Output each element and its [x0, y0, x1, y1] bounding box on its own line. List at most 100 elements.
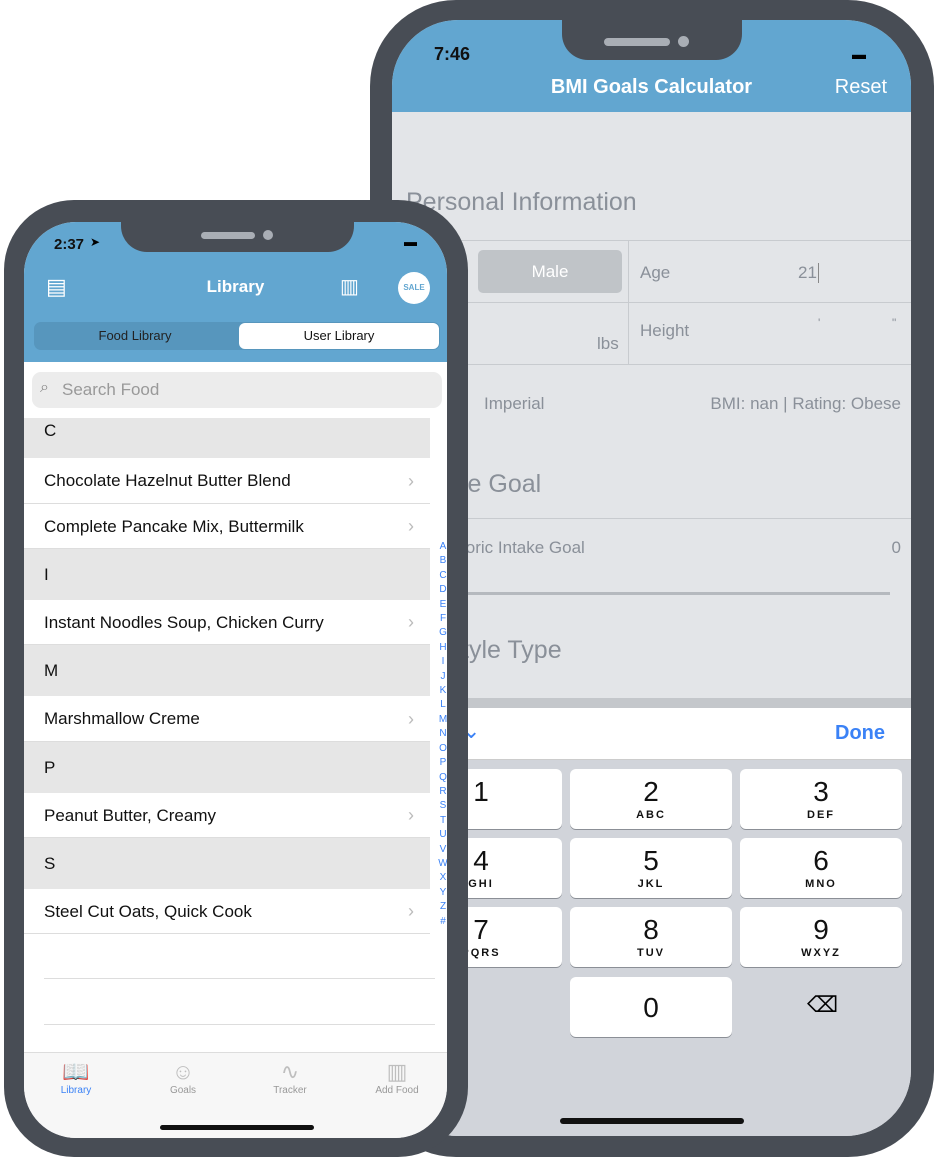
age-input[interactable]: 21	[798, 263, 819, 283]
section-lifestyle: tyle Type	[462, 636, 562, 664]
index-letter[interactable]: P	[436, 756, 447, 770]
keyboard-toolbar: ⌄ Done	[392, 708, 911, 760]
tab-bar: 📖 Library ☺ Goals ∿ Tracker ▥ Add Food	[24, 1052, 447, 1138]
chevron-right-icon: ›	[408, 805, 414, 825]
barcode-icon[interactable]: ▥	[340, 274, 359, 299]
tab-goals[interactable]: ☺ Goals	[138, 1059, 228, 1096]
calorie-intake-label: loric Intake Goal	[462, 538, 585, 557]
index-letter[interactable]: I	[436, 655, 447, 669]
section-calorie-goal: ie Goal	[462, 470, 542, 498]
chevron-right-icon: ›	[408, 612, 414, 632]
book-icon: 📖	[62, 1059, 90, 1084]
section-header-i: I	[24, 549, 430, 600]
tab-add-food[interactable]: ▥ Add Food	[352, 1059, 442, 1096]
done-button[interactable]: Done	[835, 722, 885, 745]
list-item[interactable]: Steel Cut Oats, Quick Cook ›	[24, 889, 430, 934]
index-letter[interactable]: U	[436, 828, 447, 842]
index-letter[interactable]: T	[436, 814, 447, 828]
chevron-right-icon: ›	[408, 516, 414, 536]
search-input[interactable]: ⌕ Search Food	[32, 372, 442, 408]
index-letter[interactable]: H	[436, 641, 447, 655]
unit-system-label: Imperial	[484, 394, 545, 413]
section-personal-info: Personal Information	[406, 188, 637, 216]
key-0[interactable]: 0	[570, 977, 732, 1037]
chevron-right-icon: ›	[408, 471, 414, 491]
index-letter[interactable]: G	[436, 626, 447, 640]
index-letter[interactable]: D	[436, 583, 447, 597]
index-letter[interactable]: Z	[436, 900, 447, 914]
key-9[interactable]: 9 WXYZ	[740, 907, 902, 967]
height-feet-input[interactable]: '	[818, 316, 820, 330]
notch	[121, 222, 354, 252]
section-header-c: C	[24, 418, 430, 458]
index-letter[interactable]: L	[436, 698, 447, 712]
key-8[interactable]: 8 TUV	[570, 907, 732, 967]
search-placeholder: Search Food	[62, 380, 160, 399]
face-icon: ☺	[171, 1059, 195, 1084]
index-letter[interactable]: O	[436, 742, 447, 756]
index-letter[interactable]: X	[436, 871, 447, 885]
index-letter[interactable]: M	[436, 713, 447, 727]
battery-icon: ▬	[404, 234, 417, 249]
page-title: BMI Goals Calculator	[550, 76, 753, 98]
status-time: 7:46	[434, 44, 471, 64]
number-keypad: 1 2 ABC 3 DEF 4 GHI 5 JKL 6 MNO 7 PQRS 8 TUV 9W…	[392, 760, 911, 1136]
index-letter[interactable]: B	[436, 554, 447, 568]
index-letter[interactable]: J	[436, 670, 447, 684]
reset-button[interactable]: Reset	[835, 76, 887, 99]
bmi-readout: BMI: nan | Rating: Obese	[710, 394, 901, 413]
home-indicator	[160, 1125, 314, 1130]
home-indicator	[560, 1118, 744, 1124]
calorie-intake-value[interactable]: 0	[892, 538, 901, 558]
key-5[interactable]: 5 JKL	[570, 838, 732, 898]
index-letter[interactable]: E	[436, 598, 447, 612]
section-header-p: P	[24, 742, 430, 793]
index-letter[interactable]: C	[436, 569, 447, 583]
list-item[interactable]: Peanut Butter, Creamy ›	[24, 793, 430, 838]
list-item[interactable]: Complete Pancake Mix, Buttermilk ›	[24, 504, 430, 549]
sale-badge[interactable]: SALE	[398, 272, 430, 304]
key-2[interactable]: 2 ABC	[570, 769, 732, 829]
key-6[interactable]: 6 MNO	[740, 838, 902, 898]
height-inches-input[interactable]: "	[892, 316, 896, 330]
backspace-icon[interactable]: ⌫	[807, 992, 838, 1018]
list-item[interactable]: Chocolate Hazelnut Butter Blend ›	[24, 458, 430, 504]
section-header-s: S	[24, 838, 430, 889]
location-arrow-icon: ➤	[90, 235, 101, 249]
age-label: Age	[640, 263, 671, 282]
tab-tracker[interactable]: ∿ Tracker	[245, 1059, 335, 1096]
chevron-right-icon: ›	[408, 709, 414, 729]
index-letter[interactable]: K	[436, 684, 447, 698]
search-icon: ⌕	[40, 379, 49, 396]
list-item[interactable]: Marshmallow Creme ›	[24, 696, 430, 742]
battery-icon: ▬	[852, 46, 866, 62]
library-screen: 2:37 ➤ ▬ ▤ Library ▥ SALE Food Library U…	[24, 222, 447, 1138]
index-letter[interactable]: N	[436, 727, 447, 741]
index-letter[interactable]: #	[436, 915, 447, 929]
gender-male-button[interactable]: Male	[478, 250, 622, 293]
index-letter[interactable]: Q	[436, 771, 447, 785]
height-label: Height	[640, 321, 690, 340]
key-3[interactable]: 3 DEF	[740, 769, 902, 829]
segment-user-library[interactable]: User Library	[239, 323, 439, 349]
library-segmented-control: Food Library User Library	[34, 322, 440, 350]
slider-track[interactable]	[452, 592, 890, 595]
notch	[562, 20, 742, 60]
section-index[interactable]: A B C D E F G H I J K L M N O P Q R S T U V W X Y Z #	[436, 540, 447, 929]
segment-food-library[interactable]: Food Library	[34, 322, 236, 350]
index-letter[interactable]: S	[436, 799, 447, 813]
chevron-right-icon: ›	[408, 901, 414, 921]
list-item[interactable]: Instant Noodles Soup, Chicken Curry ›	[24, 600, 430, 645]
status-time: 2:37	[54, 236, 85, 253]
chart-wave-icon: ∿	[280, 1059, 300, 1084]
weight-unit: lbs	[597, 334, 619, 353]
barcode-icon: ▥	[386, 1059, 408, 1084]
index-letter[interactable]: F	[436, 612, 447, 626]
index-letter[interactable]: Y	[436, 886, 447, 900]
index-letter[interactable]: W	[436, 857, 447, 871]
index-letter[interactable]: A	[436, 540, 447, 554]
index-letter[interactable]: R	[436, 785, 447, 799]
page-title: Library	[206, 277, 265, 296]
tab-library[interactable]: 📖 Library	[31, 1059, 121, 1096]
index-letter[interactable]: V	[436, 843, 447, 857]
